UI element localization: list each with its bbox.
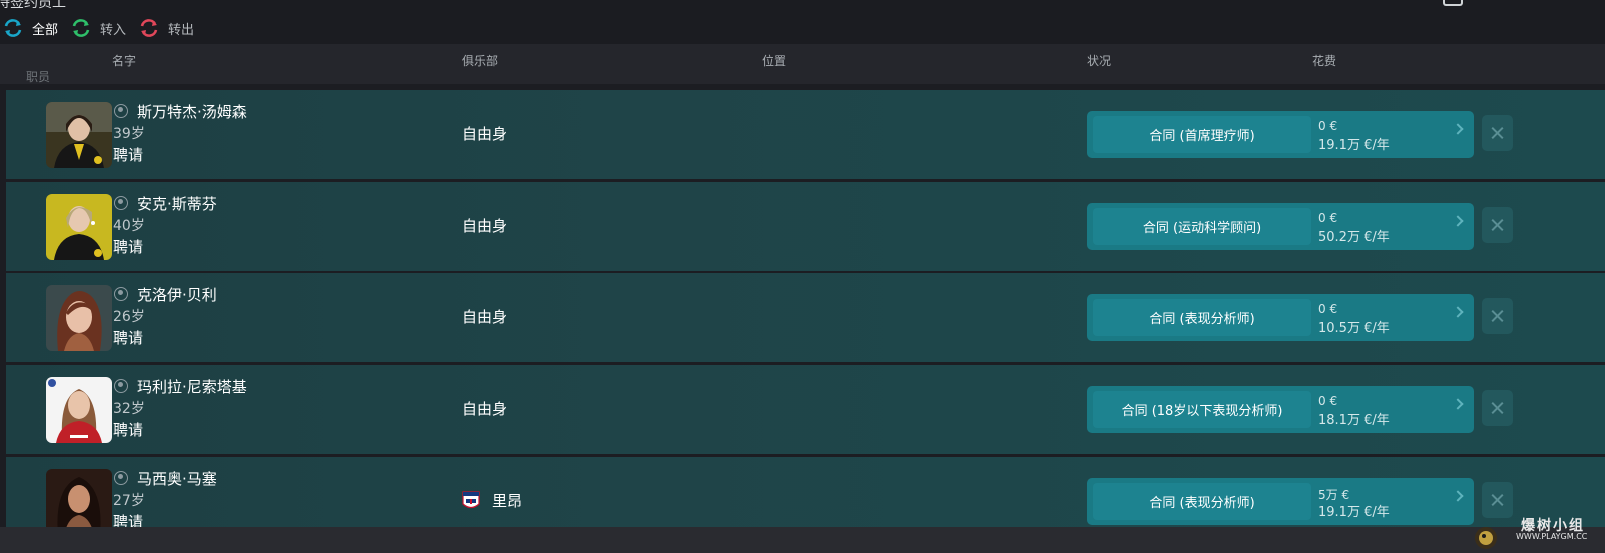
- club-cell: 自由身: [462, 123, 507, 144]
- bottom-bar: [0, 527, 1605, 553]
- table-row[interactable]: 克洛伊·贝利 26岁 聘请 自由身 合同 (表现分析师) 0 € 10.5万 €…: [6, 273, 1605, 362]
- club-name[interactable]: 里昂: [492, 490, 522, 511]
- person-icon: [114, 379, 128, 393]
- filter-all[interactable]: 全部: [2, 16, 58, 40]
- wage: 18.1万 €/年: [1318, 413, 1390, 428]
- lyon-crest-icon: [462, 490, 480, 508]
- wage: 19.1万 €/年: [1318, 138, 1390, 153]
- close-icon[interactable]: [1482, 298, 1513, 334]
- transfer-fee: 0 €: [1318, 394, 1338, 408]
- person-icon: [114, 104, 128, 118]
- window-icon[interactable]: [1443, 0, 1463, 6]
- contract-button[interactable]: 合同 (表现分析师): [1093, 299, 1311, 336]
- close-icon[interactable]: [1482, 115, 1513, 151]
- staff-age: 27岁: [113, 493, 145, 509]
- staff-name[interactable]: 玛利拉·尼索塔基: [137, 376, 247, 397]
- wage: 10.5万 €/年: [1318, 321, 1390, 336]
- close-icon[interactable]: [1482, 482, 1513, 518]
- staff-status: 聘请: [113, 146, 144, 164]
- chevron-right-icon[interactable]: [1452, 490, 1464, 502]
- staff-age: 32岁: [113, 401, 145, 417]
- avatar: [46, 194, 112, 260]
- table-header: 名字 俱乐部 位置 状况 花费 职员: [0, 44, 1605, 84]
- transfer-fee: 0 €: [1318, 302, 1338, 316]
- club-cell: 自由身: [462, 398, 507, 419]
- close-icon[interactable]: [1482, 207, 1513, 243]
- table-row[interactable]: 玛利拉·尼索塔基 32岁 聘请 自由身 合同 (18岁以下表现分析师) 0 € …: [6, 365, 1605, 454]
- column-status[interactable]: 状况: [1087, 52, 1111, 69]
- contract-button[interactable]: 合同 (18岁以下表现分析师): [1093, 391, 1311, 428]
- avatar: [46, 377, 112, 443]
- table-row[interactable]: 斯万特杰·汤姆森 39岁 聘请 自由身 合同 (首席理疗师) 0 € 19.1万…: [6, 90, 1605, 179]
- chevron-right-icon[interactable]: [1452, 215, 1464, 227]
- top-bar: 待签约员工 全部 转入 转出: [0, 0, 1605, 44]
- contract-box[interactable]: 合同 (表现分析师) 5万 € 19.1万 €/年: [1087, 478, 1474, 525]
- contract-box[interactable]: 合同 (首席理疗师) 0 € 19.1万 €/年: [1087, 111, 1474, 158]
- club-name: 自由身: [462, 217, 508, 235]
- chevron-right-icon[interactable]: [1452, 398, 1464, 410]
- person-icon: [114, 196, 128, 210]
- staff-age: 39岁: [113, 126, 145, 142]
- page-title: 待签约员工: [0, 0, 66, 11]
- staff-name[interactable]: 马西奥·马塞: [137, 468, 217, 489]
- transfer-in-icon: [72, 19, 90, 37]
- staff-name[interactable]: 斯万特杰·汤姆森: [137, 101, 247, 122]
- filter-out[interactable]: 转出: [138, 16, 194, 40]
- club-name: 自由身: [462, 125, 508, 143]
- club-cell: 里昂: [462, 490, 522, 511]
- filter-bar: 全部 转入 转出: [0, 16, 206, 40]
- filter-in[interactable]: 转入: [70, 16, 126, 40]
- contract-box[interactable]: 合同 (表现分析师) 0 € 10.5万 €/年: [1087, 294, 1474, 341]
- contract-box[interactable]: 合同 (运动科学顾问) 0 € 50.2万 €/年: [1087, 203, 1474, 250]
- table-row[interactable]: 安克·斯蒂芬 40岁 聘请 自由身 合同 (运动科学顾问) 0 € 50.2万 …: [6, 182, 1605, 271]
- column-fee[interactable]: 花费: [1312, 52, 1336, 69]
- club-name: 自由身: [462, 400, 508, 418]
- club-cell: 自由身: [462, 306, 507, 327]
- staff-age: 40岁: [113, 218, 145, 234]
- staff-name[interactable]: 安克·斯蒂芬: [137, 193, 217, 214]
- contract-button[interactable]: 合同 (首席理疗师): [1093, 116, 1311, 153]
- contract-button[interactable]: 合同 (表现分析师): [1093, 483, 1311, 520]
- wage: 19.1万 €/年: [1318, 505, 1390, 520]
- person-icon: [114, 471, 128, 485]
- chevron-right-icon[interactable]: [1452, 123, 1464, 135]
- contract-button[interactable]: 合同 (运动科学顾问): [1093, 208, 1311, 245]
- filter-out-label: 转出: [168, 22, 195, 38]
- swap-icon: [4, 19, 22, 37]
- staff-status: 聘请: [113, 329, 144, 347]
- transfer-out-icon: [140, 19, 158, 37]
- club-name: 自由身: [462, 308, 508, 326]
- contract-box[interactable]: 合同 (18岁以下表现分析师) 0 € 18.1万 €/年: [1087, 386, 1474, 433]
- transfer-fee: 0 €: [1318, 119, 1338, 133]
- column-club[interactable]: 俱乐部: [462, 52, 498, 69]
- staff-list: 斯万特杰·汤姆森 39岁 聘请 自由身 合同 (首席理疗师) 0 € 19.1万…: [6, 90, 1605, 527]
- staff-status: 聘请: [113, 238, 144, 256]
- table-row[interactable]: 马西奥·马塞 27岁 聘请 里昂 合同 (表现分析师) 5万 € 19.1万 €…: [6, 457, 1605, 527]
- watermark-url: WWW.PLAYGM.CC: [1516, 532, 1588, 541]
- filter-all-label: 全部: [32, 22, 59, 38]
- wage: 50.2万 €/年: [1318, 230, 1390, 245]
- club-cell: 自由身: [462, 215, 507, 236]
- section-label: 职员: [26, 70, 51, 84]
- chevron-right-icon[interactable]: [1452, 306, 1464, 318]
- avatar: [46, 469, 112, 527]
- person-icon: [114, 287, 128, 301]
- filter-in-label: 转入: [100, 22, 127, 38]
- transfer-fee: 0 €: [1318, 211, 1338, 225]
- staff-name[interactable]: 克洛伊·贝利: [137, 284, 217, 305]
- column-name[interactable]: 名字: [112, 52, 136, 69]
- close-icon[interactable]: [1482, 390, 1513, 426]
- avatar: [46, 102, 112, 168]
- avatar: [46, 285, 112, 351]
- staff-age: 26岁: [113, 309, 145, 325]
- staff-status: 聘请: [113, 513, 144, 527]
- staff-status: 聘请: [113, 421, 144, 439]
- column-position[interactable]: 位置: [762, 52, 786, 69]
